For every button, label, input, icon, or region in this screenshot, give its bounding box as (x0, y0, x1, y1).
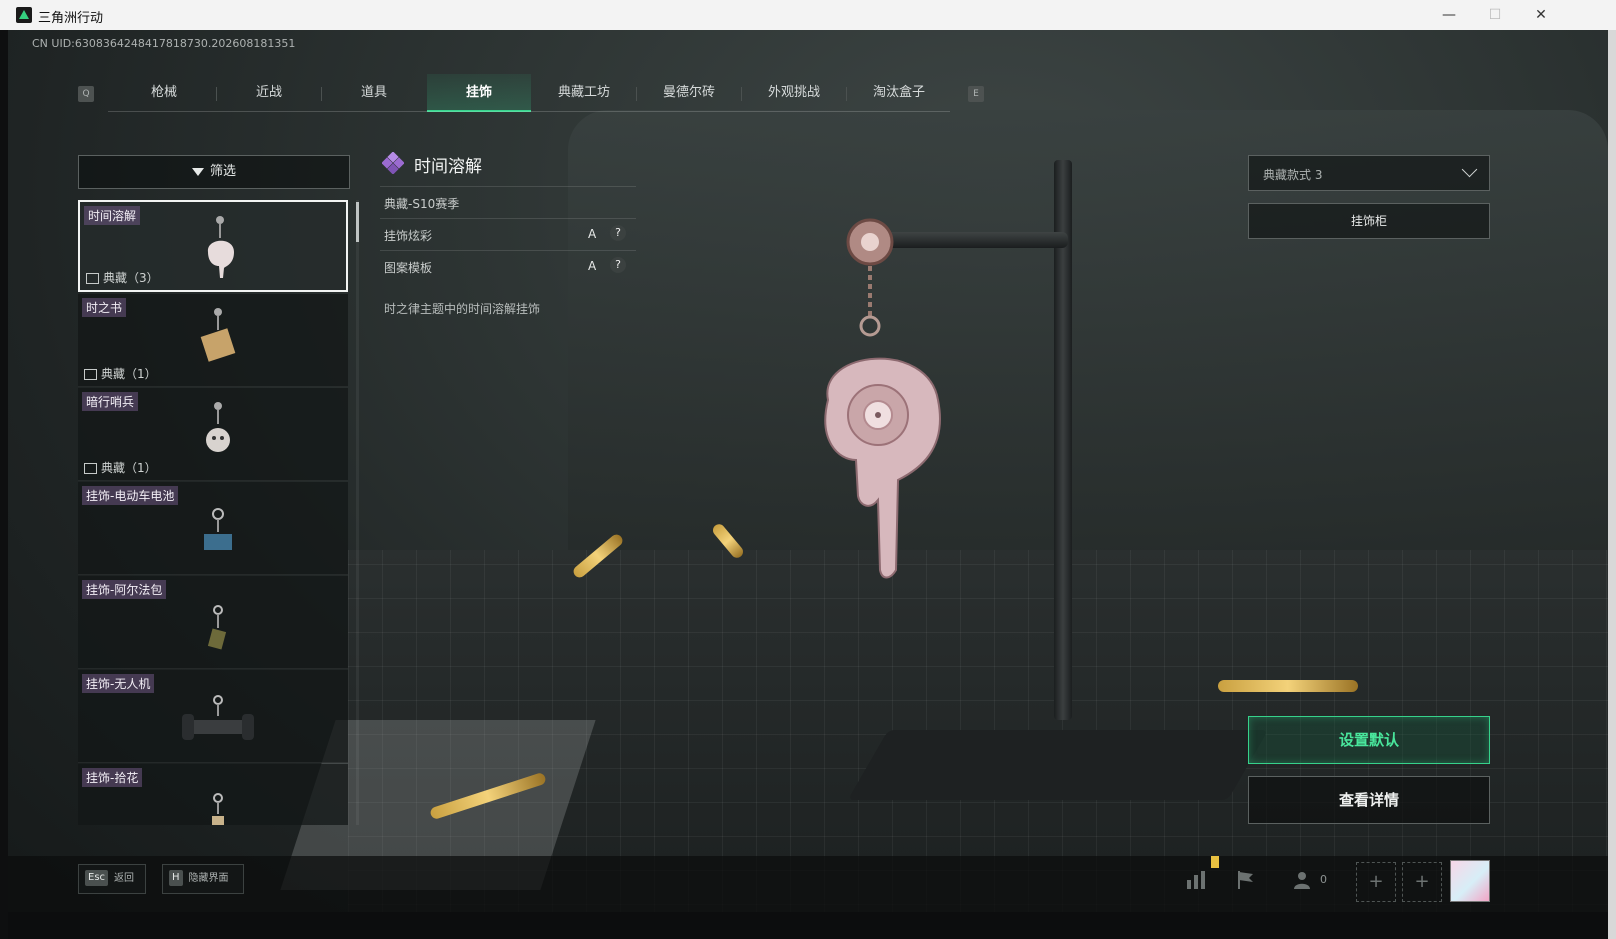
maximize-button[interactable]: ☐ (1472, 0, 1518, 30)
item-thumbnail (182, 695, 254, 740)
item-name: 时间溶解 (84, 206, 141, 225)
stand-base (847, 730, 1269, 800)
item-tier: 典藏（1） (84, 459, 157, 476)
stats-icon[interactable] (1184, 868, 1208, 892)
item-thumbnail (200, 308, 236, 362)
right-gutter (1608, 30, 1616, 939)
uid-text: CN UID:6308364248417818730.202608181351 (32, 37, 296, 50)
season-row: 典藏-S10赛季 (380, 186, 636, 217)
list-item[interactable]: 时之书 典藏（1） (78, 294, 348, 387)
tabs-underline (108, 111, 950, 112)
item-name: 挂饰-无人机 (82, 674, 155, 693)
help-icon[interactable]: ? (610, 257, 626, 273)
flag-icon[interactable] (1234, 868, 1258, 892)
item-thumbnail (207, 216, 234, 278)
filter-label: 筛选 (209, 164, 236, 179)
style-dropdown-value: 典藏款式 3 (1263, 168, 1323, 182)
hide-ui-hint[interactable]: H 隐藏界面 (162, 864, 244, 894)
bullet-decoration (1218, 680, 1358, 692)
charm-list[interactable]: 时间溶解 典藏（3） 时之书 典藏（1） 暗行哨兵 典藏（1） 挂饰-电动车电池… (78, 200, 348, 825)
list-item[interactable]: 挂饰-拾花 (78, 764, 348, 825)
warning-icon (1211, 856, 1219, 868)
tab-collection-workshop[interactable]: 典藏工坊 (532, 74, 636, 112)
item-description: 时之律主题中的时间溶解挂饰 (384, 302, 541, 316)
item-name: 挂饰-阿尔法包 (82, 580, 167, 599)
chevron-down-icon (1461, 161, 1478, 178)
image-icon (84, 463, 97, 474)
bottom-bar: Esc 返回 H 隐藏界面 0 + + (8, 856, 1608, 912)
list-item[interactable]: 时间溶解 典藏（3） (78, 200, 348, 292)
image-icon (86, 273, 99, 284)
esc-key: Esc (85, 870, 109, 886)
tab-mandel-brick[interactable]: 曼德尔砖 (637, 74, 741, 112)
game-viewport: CN UID:6308364248417818730.202608181351 … (8, 30, 1608, 939)
item-name: 暗行哨兵 (82, 392, 139, 411)
bottom-edge-strip (8, 912, 1608, 939)
attribute-row: 图案模板 A ? (380, 250, 636, 281)
charm-cabinet-button[interactable]: 挂饰柜 (1248, 203, 1490, 239)
image-icon (84, 369, 97, 380)
left-gutter (0, 30, 8, 939)
list-scrollbar[interactable] (356, 200, 359, 825)
list-scroll-thumb[interactable] (356, 202, 359, 242)
list-item[interactable]: 暗行哨兵 典藏（1） (78, 388, 348, 481)
add-teammate-slot[interactable]: + (1356, 862, 1396, 902)
minimize-button[interactable]: — (1426, 0, 1472, 30)
rarity-diamond-icon (382, 152, 404, 174)
friend-count: 0 (1320, 873, 1327, 886)
filter-button[interactable]: 筛选 (78, 155, 350, 189)
item-name: 时之书 (82, 298, 127, 317)
help-icon[interactable]: ? (610, 225, 626, 241)
melting-clock-charm-model[interactable] (778, 210, 978, 580)
tab-melee[interactable]: 近战 (217, 74, 321, 112)
attribute-row: 挂饰炫彩 A ? (380, 218, 636, 249)
avatar[interactable] (1450, 860, 1490, 902)
item-name: 挂饰-拾花 (82, 768, 143, 787)
window-titlebar: 三角洲行动 — ☐ ✕ (0, 0, 1616, 30)
list-item[interactable]: 挂饰-电动车电池 (78, 482, 348, 575)
tab-appearance-challenge[interactable]: 外观挑战 (742, 74, 846, 112)
app-logo-icon (16, 7, 32, 23)
filter-icon (191, 167, 204, 176)
item-thumbnail (206, 402, 230, 452)
prev-tab-key-hint[interactable]: Q (78, 86, 94, 102)
close-button[interactable]: ✕ (1518, 0, 1564, 30)
h-key: H (169, 870, 183, 886)
tab-guns[interactable]: 枪械 (112, 74, 216, 112)
hide-ui-label: 隐藏界面 (188, 873, 229, 884)
style-dropdown[interactable]: 典藏款式 3 (1248, 155, 1490, 191)
friends-icon[interactable] (1292, 868, 1316, 892)
item-thumbnail (204, 508, 232, 550)
next-tab-key-hint[interactable]: E (968, 86, 984, 102)
item-tier: 典藏（1） (84, 365, 157, 382)
item-title: 时间溶解 (414, 157, 482, 177)
add-teammate-slot[interactable]: + (1402, 862, 1442, 902)
tab-charms[interactable]: 挂饰 (427, 74, 531, 112)
set-default-button[interactable]: 设置默认 (1248, 716, 1490, 764)
tab-elimination-box[interactable]: 淘汰盒子 (847, 74, 951, 112)
season-label: 典藏-S10赛季 (384, 197, 460, 211)
back-label: 返回 (114, 873, 135, 884)
tab-items[interactable]: 道具 (322, 74, 426, 112)
list-item[interactable]: 挂饰-阿尔法包 (78, 576, 348, 669)
attribute-label: 挂饰炫彩 (384, 229, 433, 243)
category-tabs: Q 枪械 近战 道具 挂饰 典藏工坊 曼德尔砖 外观挑战 淘汰盒子 E (78, 74, 988, 112)
item-thumbnail (212, 793, 224, 825)
attribute-grade: A (588, 227, 597, 241)
attribute-grade: A (588, 259, 597, 273)
list-item[interactable]: 挂饰-无人机 (78, 670, 348, 763)
item-thumbnail (207, 605, 227, 650)
back-hint[interactable]: Esc 返回 (78, 864, 146, 894)
item-name: 挂饰-电动车电池 (82, 486, 179, 505)
attribute-label: 图案模板 (384, 261, 433, 275)
window-title: 三角洲行动 (38, 11, 104, 26)
view-details-button[interactable]: 查看详情 (1248, 776, 1490, 824)
item-tier: 典藏（3） (86, 269, 159, 286)
